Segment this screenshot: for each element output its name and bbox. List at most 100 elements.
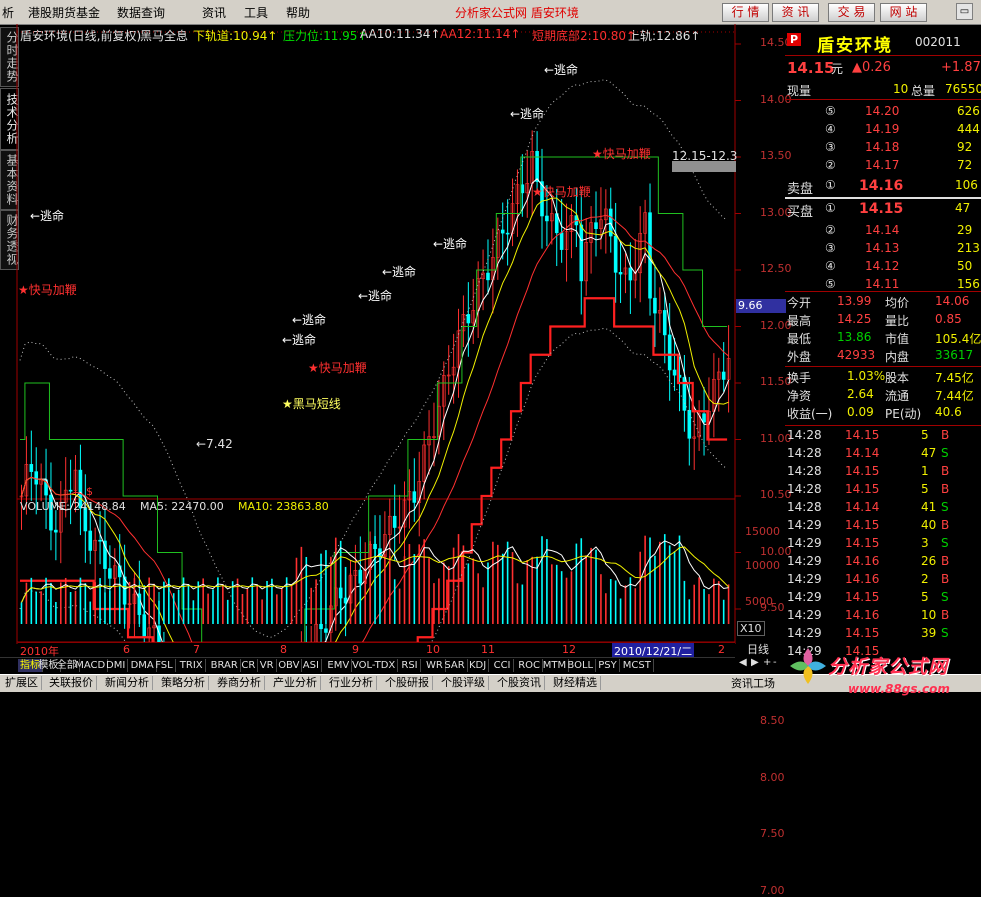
status-tab[interactable]: 个股资讯 [494,676,545,690]
tick-row: 14:28 14.15 1 B [787,464,950,478]
escape-marker: ←逃命 [30,208,64,223]
indicator-tab[interactable]: MACD [73,659,109,672]
volume-tick-5000: 5000 [745,595,773,608]
menu-item-help[interactable]: 帮助 [286,4,310,21]
volume-tick-15000: 15000 [745,525,780,538]
menu-item-data-query[interactable]: 数据查询 [117,4,165,21]
trade-button[interactable]: 交 易 [828,3,875,22]
indicator-tab[interactable]: CCI [492,659,514,672]
candle-body [613,235,618,273]
candle-body [54,529,58,533]
status-tab[interactable]: 策略分析 [158,676,209,690]
indicator-tab[interactable]: CR [239,659,259,672]
month-4: 9 [352,643,359,656]
zoom-in-icon[interactable]: + [763,657,771,668]
volume-ma10: MA10: 23863.80 [238,500,329,513]
candle-body [628,267,633,281]
month-2: 7 [193,643,200,656]
ask-row: ② 14.17 72 [825,158,973,172]
black-horse-marker: ★黑马短线 [282,397,341,411]
stat-row: 外盘 42933 内盘 33617 [787,348,974,364]
status-tab[interactable]: 新闻分析 [102,676,153,690]
status-right[interactable]: 资讯工场 [731,675,775,691]
indicator-tab[interactable]: BOLL [565,659,597,672]
month-6: 11 [481,643,495,656]
candle-body [535,151,539,182]
escape-marker: ←逃命 [510,106,544,121]
indicator-tab[interactable]: VOL-TDX [350,659,399,672]
status-tab[interactable]: 产业分析 [270,676,321,690]
menu-item-news[interactable]: 资讯 [202,4,226,21]
last-price: 14.15 [787,59,835,77]
candle-body [466,314,471,324]
indicator-tab[interactable]: ROC [516,659,543,672]
menu-item-0[interactable]: 析 [2,4,14,21]
indicator-tab[interactable]: TRIX [178,659,206,672]
indicator-tab[interactable]: PSY [596,659,620,672]
stock-code: 002011 [915,35,961,49]
tick-row: 14:29 14.15 5 S [787,590,949,604]
zoom-out-icon[interactable]: - [773,657,777,668]
indicator-tab[interactable]: VR [258,659,277,672]
price-tick: 8.00 [760,770,785,784]
current-vol: 10 [893,82,909,96]
fast-horse-marker: ★快马加鞭 [592,147,651,161]
status-tab[interactable]: 个股评级 [438,676,489,690]
menu-item-tools[interactable]: 工具 [244,4,268,21]
status-tab[interactable]: 关联报价 [46,676,97,690]
indicator-tab[interactable]: ASI [301,659,322,672]
status-tab[interactable]: 扩展区 [2,676,42,690]
status-tab[interactable]: 券商分析 [214,676,265,690]
badge-p: P [787,33,802,46]
indicator-tab[interactable]: EMV [325,659,353,672]
status-tab[interactable]: 财经精选 [550,676,601,690]
candle-body [618,272,623,275]
candle-body [672,369,677,376]
current-price-tag: 9.66 [736,299,786,313]
tick-row: 14:28 14.14 47 S [787,446,949,460]
candle-body [594,222,598,229]
candle-body [88,530,93,551]
date-axis: 2010年 6 7 8 9 10 11 12 2010/12/21/二 2 [18,642,735,659]
candle-body [559,232,564,250]
candle-body [324,628,328,633]
price-tick: 8.50 [760,714,785,727]
indicator-tab[interactable]: RSI [399,659,421,672]
indicator-tab[interactable]: DMI [104,659,129,672]
stat-row: 今开 13.99 均价 14.06 [787,294,970,310]
menu-bar: 析 港股期货基金 数据查询 资讯 工具 帮助 分析家公式网 盾安环境 行 情 资… [0,0,981,25]
menu-item-hk-futures[interactable]: 港股期货基金 [28,4,100,21]
indicator-tab[interactable]: OBV [276,659,303,672]
watermark-logo: 分析家公式网 www.88gs.com [786,642,981,706]
volume-ma5: MA5: 22470.00 [140,500,224,513]
next-icon[interactable]: ▶ [751,657,759,668]
prev-icon[interactable]: ◀ [739,657,747,668]
quote-button[interactable]: 行 情 [722,3,769,22]
period-label[interactable]: 日线 [747,641,769,657]
indicator-tab[interactable]: MCST [621,659,654,672]
ask1-row: 卖盘 ① 14.16 106 [787,178,978,197]
status-tab[interactable]: 个股研报 [382,676,433,690]
price-unit: 元 [831,62,844,76]
month-8: 2 [718,643,725,656]
volume-unit: X10 [737,621,765,636]
ask-row: ④ 14.19 444 [825,122,980,136]
tick-row: 14:29 14.15 40 B [787,518,950,532]
status-tab[interactable]: 行业分析 [326,676,377,690]
indicator-tab[interactable]: SAR [442,659,468,672]
price-tick: 7.50 [760,827,785,840]
restore-icon[interactable]: ▭ [956,3,973,20]
indicator-tab[interactable]: BRAR [209,659,241,672]
chart-canvas[interactable]: ←逃命 ←逃命 ←逃命 ←逃命 ←逃命 ←逃命 ←逃命 ←逃命 ★快马加鞭 ★快马加鞭 ★快马加鞭 ★… [0,24,785,657]
fast-horse-marker: ★快马加鞭 [308,361,367,375]
month-1: 6 [123,643,130,656]
indicator-tab[interactable]: KDJ [467,659,490,672]
candle-body [98,539,102,542]
month-5: 10 [426,643,440,656]
stat2-row: 换手 1.03% 股本 7.45亿 [787,369,974,385]
news-button[interactable]: 资 讯 [772,3,819,22]
price-change: ▲0.26 [852,60,891,75]
escape-marker: ←逃命 [358,288,392,303]
website-button[interactable]: 网 站 [880,3,927,22]
indicator-tab[interactable]: FSL [153,659,176,672]
